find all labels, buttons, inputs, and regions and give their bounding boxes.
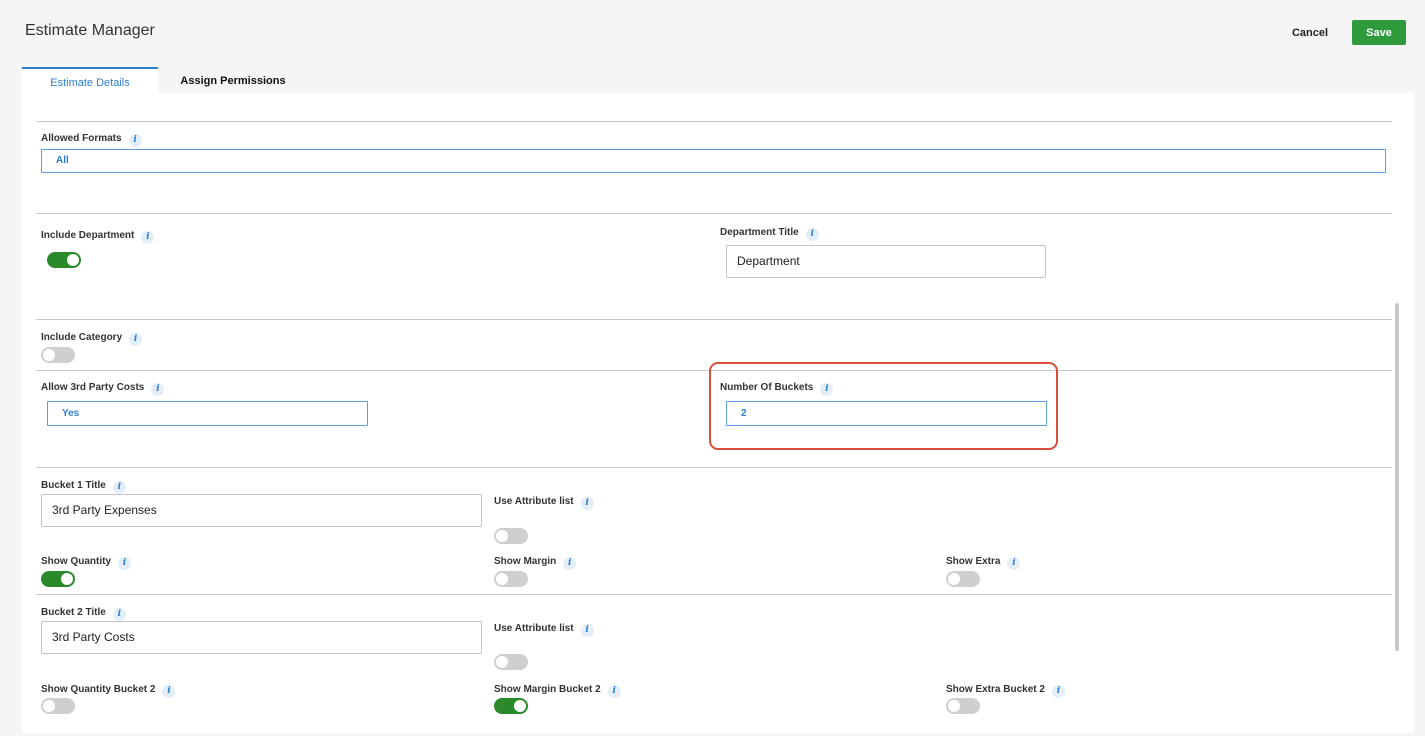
info-icon[interactable]: i [563,557,577,570]
info-icon[interactable]: i [141,231,155,244]
info-icon[interactable]: i [805,228,819,241]
bucket1-title-input[interactable]: 3rd Party Expenses [41,494,482,527]
show-margin-bucket2-label: Show Margin Bucket 2 i [494,681,621,698]
info-icon[interactable]: i [129,333,143,346]
show-margin-toggle[interactable] [494,571,528,587]
show-quantity-toggle[interactable] [41,571,75,587]
info-icon[interactable]: i [118,557,131,570]
show-quantity-bucket2-label: Show Quantity Bucket 2 i [41,681,176,698]
toggle-knob [496,530,508,542]
info-icon[interactable]: i [580,624,594,637]
bucket2-use-attribute-list-label: Use Attribute list i [494,620,594,637]
app-title: Estimate Manager [25,22,155,39]
toggle-knob [67,254,79,266]
info-icon[interactable]: i [112,608,126,621]
allowed-formats-select[interactable]: All [41,149,1386,173]
divider [36,594,1392,595]
bucket1-use-attribute-list-label: Use Attribute list i [494,493,594,510]
tab-estimate-details[interactable]: Estimate Details [22,67,158,95]
show-extra-label: Show Extra i [946,553,1021,570]
divider [36,121,1392,122]
divider [36,213,1392,214]
toggle-knob [61,573,73,585]
include-category-toggle[interactable] [41,347,75,363]
tab-assign-permissions[interactable]: Assign Permissions [158,67,308,93]
divider [36,467,1392,468]
toggle-knob [496,656,508,668]
include-department-toggle[interactable] [47,252,81,268]
show-quantity-label: Show Quantity i [41,553,131,570]
toggle-knob [514,700,526,712]
info-icon[interactable]: i [607,685,621,698]
info-icon[interactable]: i [580,497,594,510]
include-category-label: Include Category i [41,329,143,346]
show-margin-label: Show Margin i [494,553,577,570]
show-extra-toggle[interactable] [946,571,980,587]
bucket1-title-label: Bucket 1 Title i [41,477,126,494]
info-icon[interactable]: i [1007,557,1021,570]
bucket2-title-input[interactable]: 3rd Party Costs [41,621,482,654]
allow-3rd-party-costs-select[interactable]: Yes [47,401,368,426]
save-button[interactable]: Save [1352,20,1406,45]
show-margin-bucket2-toggle[interactable] [494,698,528,714]
show-quantity-bucket2-toggle[interactable] [41,698,75,714]
highlight-box [709,362,1058,450]
bucket2-title-label: Bucket 2 Title i [41,604,126,621]
department-title-input[interactable]: Department [726,245,1046,278]
bucket1-use-attribute-list-toggle[interactable] [494,528,528,544]
toggle-knob [43,700,55,712]
toggle-knob [496,573,508,585]
info-icon[interactable]: i [162,685,176,698]
toggle-knob [43,349,55,361]
include-department-label: Include Department i [41,227,155,244]
show-extra-bucket2-label: Show Extra Bucket 2 i [946,681,1065,698]
allow-3rd-party-costs-label: Allow 3rd Party Costs i [41,379,165,396]
department-title-label: Department Title i [720,224,819,241]
toggle-knob [948,700,960,712]
info-icon[interactable]: i [128,134,142,147]
info-icon[interactable]: i [1051,685,1065,698]
cancel-button[interactable]: Cancel [1280,22,1340,44]
allowed-formats-label: Allowed Formats i [41,130,142,147]
info-icon[interactable]: i [151,383,165,396]
scrollbar[interactable] [1395,303,1399,651]
divider [36,319,1392,320]
toggle-knob [948,573,960,585]
bucket2-use-attribute-list-toggle[interactable] [494,654,528,670]
show-extra-bucket2-toggle[interactable] [946,698,980,714]
info-icon[interactable]: i [112,481,126,494]
